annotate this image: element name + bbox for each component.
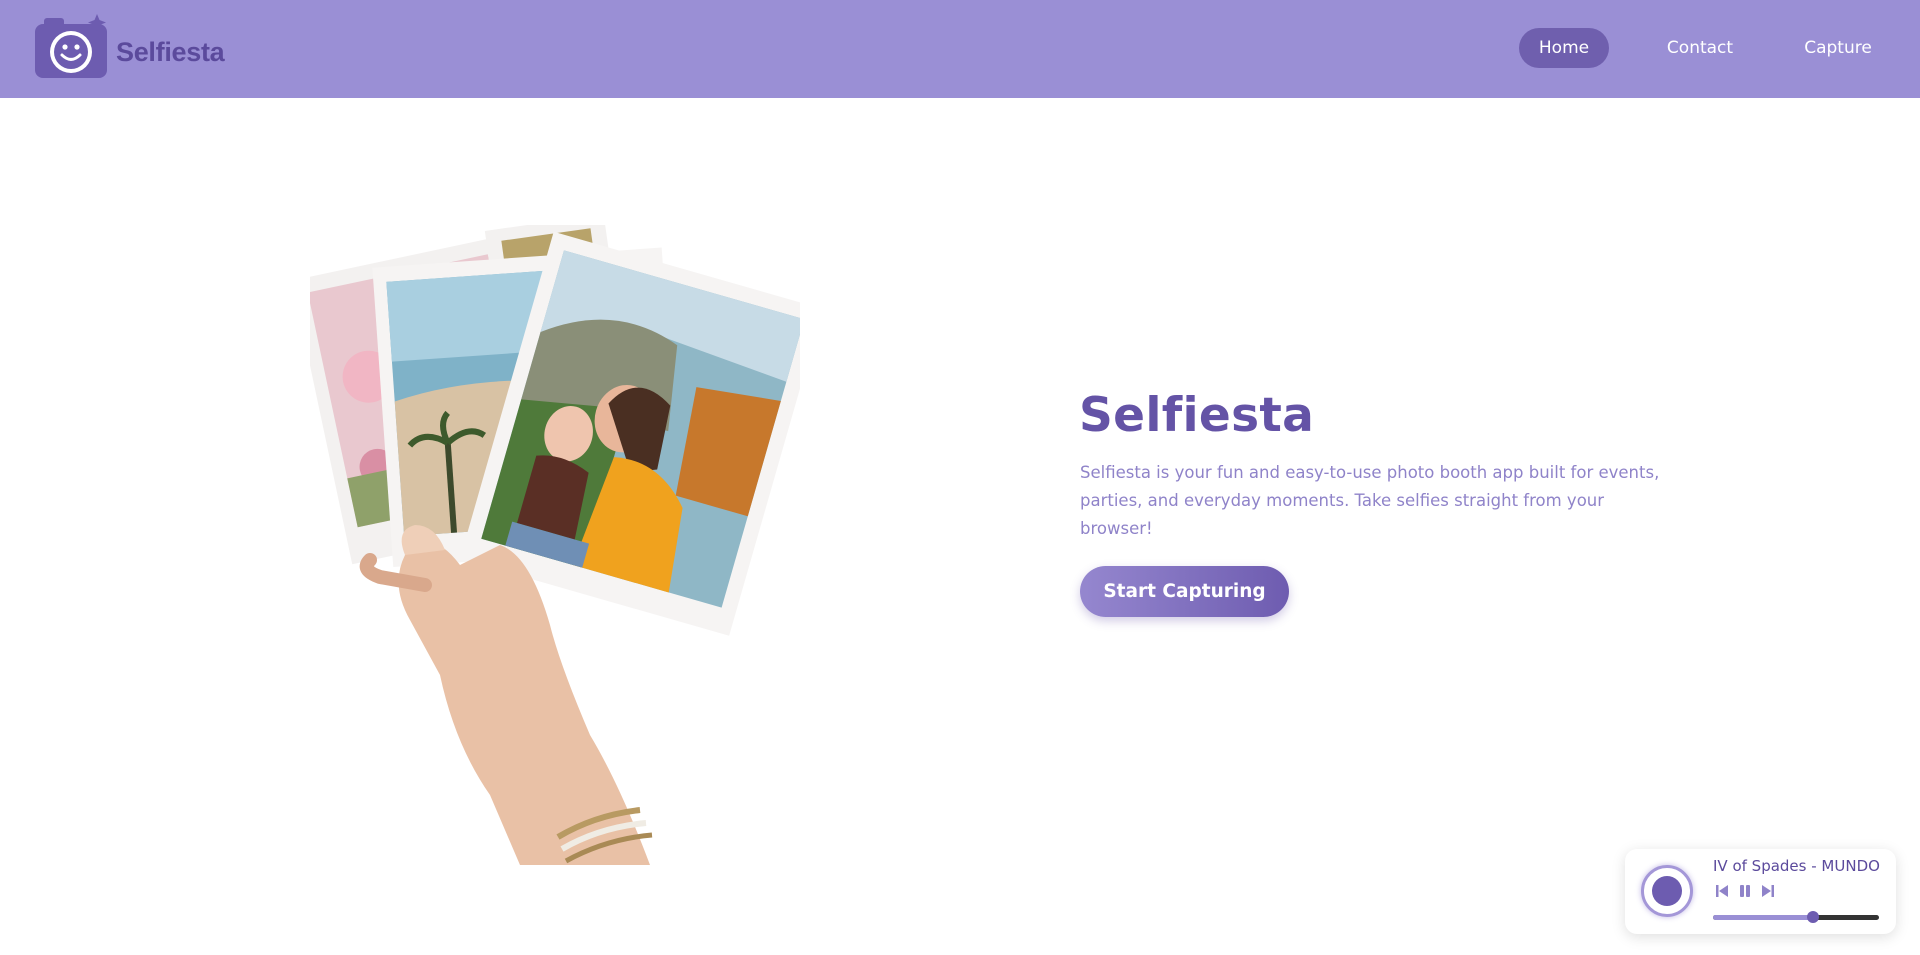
start-capturing-button[interactable]: Start Capturing [1080, 566, 1289, 617]
brand-logo[interactable]: Selfiesta [34, 14, 225, 80]
track-title: IV of Spades - MUNDO [1713, 857, 1880, 875]
music-player: IV of Spades - MUNDO [1625, 849, 1896, 934]
pause-icon[interactable] [1737, 883, 1753, 899]
nav-contact-link[interactable]: Contact [1647, 28, 1753, 68]
disc-center [1652, 876, 1682, 906]
progress-fill [1713, 915, 1813, 920]
progress-slider[interactable] [1713, 911, 1879, 923]
hero-description: Selfiesta is your fun and easy-to-use ph… [1080, 463, 1660, 538]
disc-icon[interactable] [1641, 865, 1693, 917]
nav-capture-link[interactable]: Capture [1790, 28, 1886, 68]
skip-previous-icon[interactable] [1714, 883, 1730, 899]
progress-knob[interactable] [1806, 911, 1819, 923]
nav-home-link[interactable]: Home [1519, 28, 1609, 68]
top-navbar: Selfiesta Home Contact Capture [0, 0, 1920, 98]
brand-name: Selfiesta [116, 36, 225, 67]
skip-next-icon[interactable] [1760, 883, 1776, 899]
camera-smiley-icon [35, 14, 107, 78]
photos-in-hand-image [310, 225, 800, 865]
hero-title: Selfiesta [1079, 388, 1315, 443]
